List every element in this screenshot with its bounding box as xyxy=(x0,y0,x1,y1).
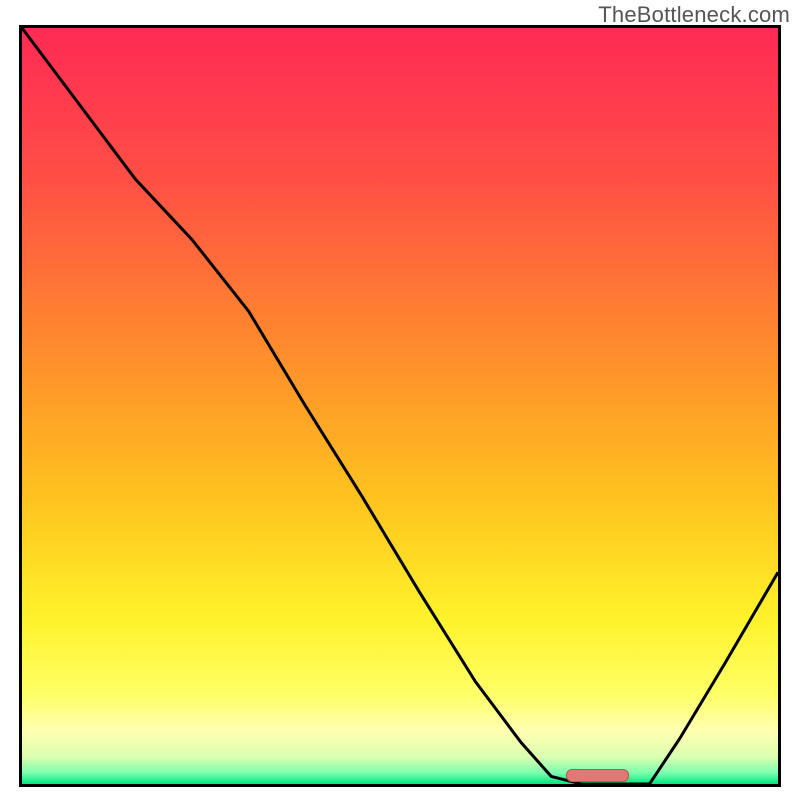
watermark-text: TheBottleneck.com xyxy=(598,2,790,28)
optimal-range-marker xyxy=(566,769,628,782)
bottleneck-curve xyxy=(22,28,778,784)
curve-path xyxy=(22,28,778,784)
chart-frame xyxy=(19,25,781,787)
